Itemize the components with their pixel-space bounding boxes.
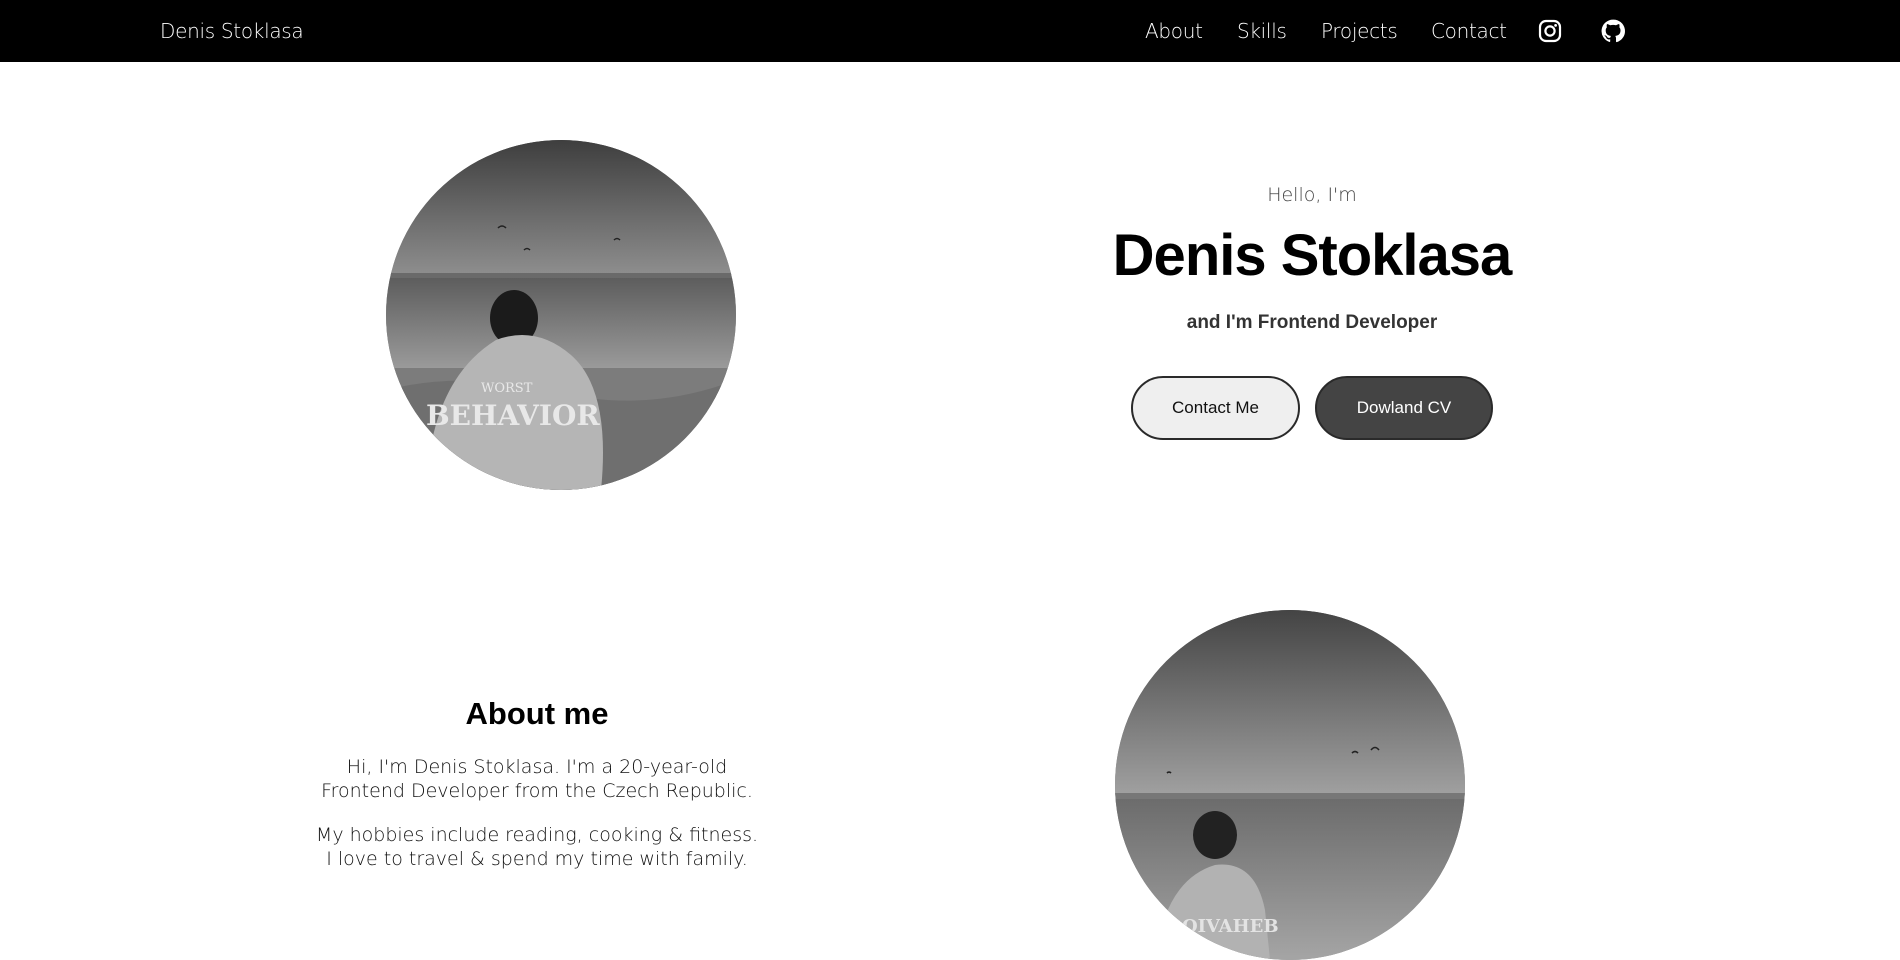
about-paragraph-1-line-2: Frontend Developer from the Czech Republ… bbox=[321, 780, 753, 802]
about-paragraph-1-line-1: Hi, I'm Denis Stoklasa. I'm a 20-year-ol… bbox=[346, 756, 728, 778]
about-paragraph-2: My hobbies include reading, cooking & fi… bbox=[287, 823, 787, 871]
svg-text:ROIVAHEB: ROIVAHEB bbox=[1167, 916, 1279, 937]
instagram-icon[interactable] bbox=[1538, 19, 1562, 43]
nav-link-about[interactable]: About bbox=[1145, 0, 1203, 62]
github-icon[interactable] bbox=[1601, 19, 1625, 43]
nav-link-contact[interactable]: Contact bbox=[1431, 0, 1507, 62]
hero-name: Denis Stoklasa bbox=[1112, 223, 1513, 288]
top-navbar: Denis Stoklasa About Skills Projects Con… bbox=[0, 0, 1900, 62]
hero-greeting: Hello, I'm bbox=[1267, 184, 1357, 206]
about-paragraph-2-line-2: I love to travel & spend my time with fa… bbox=[326, 848, 748, 870]
about-title: About me bbox=[465, 696, 609, 731]
download-cv-button[interactable]: Dowland CV bbox=[1315, 376, 1493, 440]
contact-me-button[interactable]: Contact Me bbox=[1131, 376, 1300, 440]
svg-text:BEHAVIOR: BEHAVIOR bbox=[426, 399, 600, 432]
svg-text:WORST: WORST bbox=[481, 381, 533, 396]
nav-link-skills[interactable]: Skills bbox=[1237, 0, 1287, 62]
hero-profile-photo: WORST BEHAVIOR bbox=[386, 140, 736, 490]
hero-role: and I'm Frontend Developer bbox=[1186, 312, 1438, 333]
about-paragraph-2-line-1: My hobbies include reading, cooking & fi… bbox=[315, 824, 759, 846]
nav-link-projects[interactable]: Projects bbox=[1321, 0, 1398, 62]
about-profile-photo: ROIVAHEB bbox=[1115, 610, 1465, 960]
brand-link[interactable]: Denis Stoklasa bbox=[160, 0, 304, 62]
about-paragraph-1: Hi, I'm Denis Stoklasa. I'm a 20-year-ol… bbox=[287, 755, 787, 803]
